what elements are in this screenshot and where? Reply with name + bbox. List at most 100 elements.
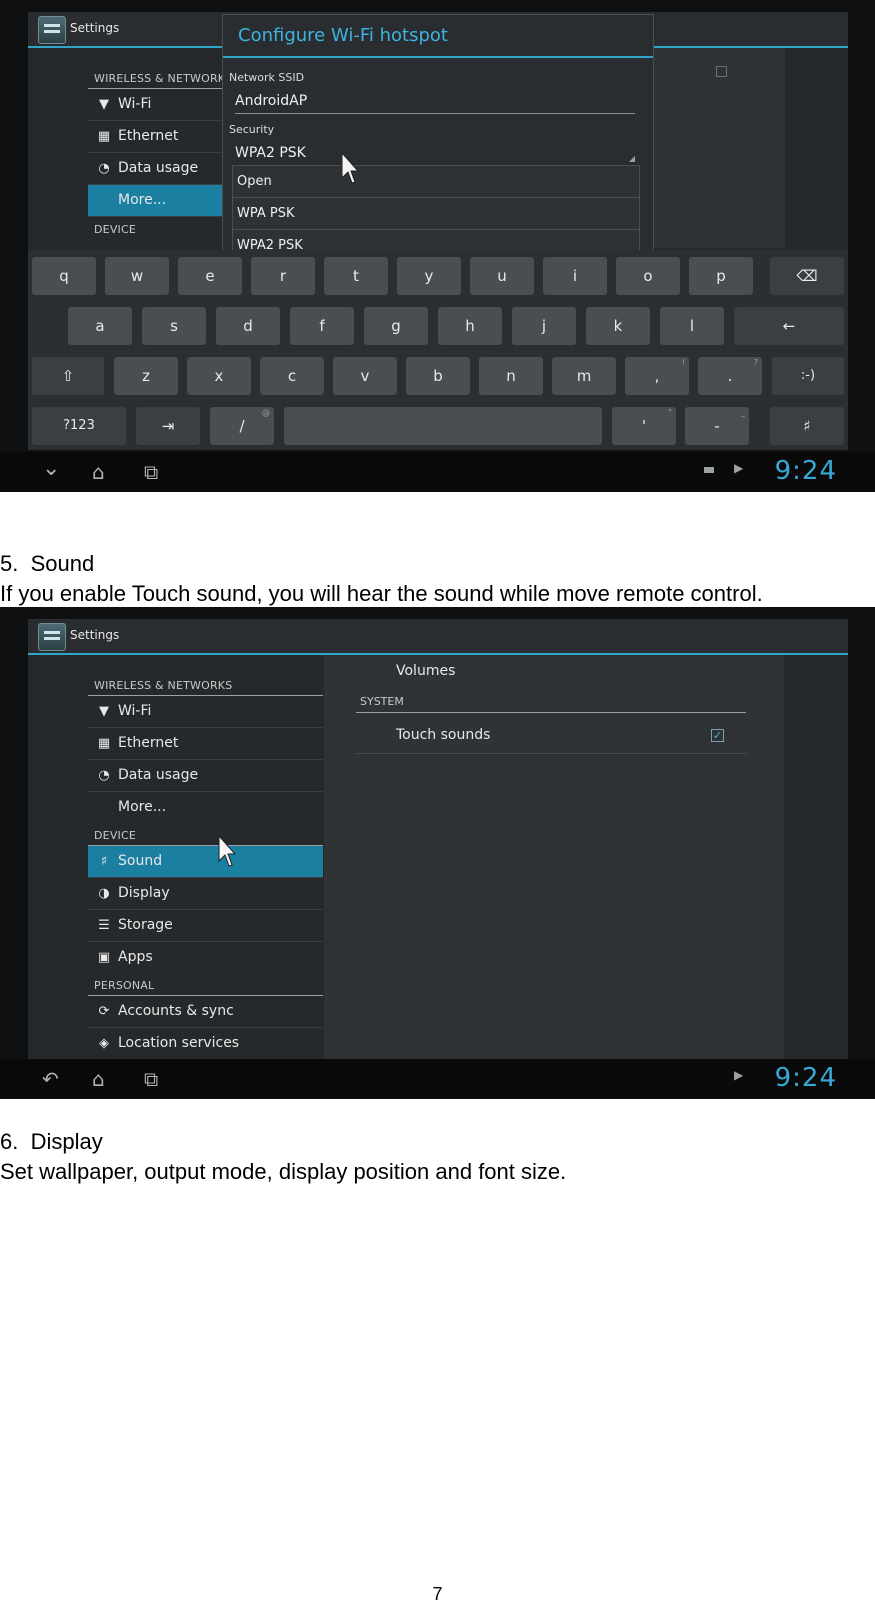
location-icon: ◈ <box>99 1036 109 1051</box>
key-l[interactable]: l <box>660 307 724 345</box>
hide-keyboard-icon[interactable]: ⌄ <box>42 456 60 481</box>
sidebar-item-storage[interactable]: ☰ Storage <box>88 910 323 942</box>
data-usage-icon: ◔ <box>98 161 110 176</box>
section-title: Display <box>30 1129 103 1154</box>
sidebar-item-label: Wi-Fi <box>118 96 152 112</box>
enter-key[interactable]: ← <box>734 307 844 345</box>
symbols-key[interactable]: ?123 <box>32 407 126 445</box>
key-v[interactable]: v <box>333 357 397 395</box>
keyboard-settings-icon: ♯ <box>803 417 811 435</box>
sidebar-item-display[interactable]: ◑ Display <box>88 878 323 910</box>
key-s[interactable]: s <box>142 307 206 345</box>
ssid-input[interactable]: AndroidAP <box>235 93 635 114</box>
sidebar-item-location-services[interactable]: ◈ Location services <box>88 1028 323 1059</box>
key-super-label: _ <box>741 408 745 417</box>
data-usage-icon: ◔ <box>98 768 110 783</box>
media-play-icon: ▶ <box>734 1068 744 1082</box>
sidebar-item-label: Location services <box>118 1035 240 1051</box>
right-panel <box>640 48 785 248</box>
wifi-icon: ▼ <box>99 704 109 719</box>
key-u[interactable]: u <box>470 257 534 295</box>
category-device: DEVICE <box>88 823 323 846</box>
ssid-label: Network SSID <box>229 71 305 84</box>
system-nav-bar: ⌄ ⌂ ⧉ ▶ 9:24 <box>0 452 875 492</box>
smiley-key[interactable]: :-) <box>772 357 844 395</box>
category-personal: PERSONAL <box>88 973 323 996</box>
sidebar-item-wifi[interactable]: ▼ Wi-Fi <box>88 696 323 728</box>
key-k[interactable]: k <box>586 307 650 345</box>
key-b[interactable]: b <box>406 357 470 395</box>
key-p[interactable]: p <box>689 257 753 295</box>
key-z[interactable]: z <box>114 357 178 395</box>
key-q[interactable]: q <box>32 257 96 295</box>
back-icon[interactable]: ↶ <box>42 1067 59 1091</box>
sidebar-item-accounts-sync[interactable]: ⟳ Accounts & sync <box>88 996 323 1028</box>
sidebar-item-label: Ethernet <box>118 128 179 144</box>
sidebar-item-label: More... <box>118 192 167 208</box>
key-period[interactable]: . ? <box>698 357 762 395</box>
key-x[interactable]: x <box>187 357 251 395</box>
key-o[interactable]: o <box>616 257 680 295</box>
key-i[interactable]: i <box>543 257 607 295</box>
key-comma[interactable]: , ! <box>625 357 689 395</box>
sidebar-item-more[interactable]: More... <box>88 792 323 823</box>
key-a[interactable]: a <box>68 307 132 345</box>
speaker-icon: ♯ <box>100 854 108 869</box>
key-r[interactable]: r <box>251 257 315 295</box>
key-f[interactable]: f <box>290 307 354 345</box>
security-option-open[interactable]: Open <box>233 166 639 198</box>
sidebar-item-label: Data usage <box>118 767 199 783</box>
dropdown-corner-icon: ◢ <box>628 154 635 163</box>
home-icon[interactable]: ⌂ <box>92 1067 105 1091</box>
sidebar-item-label: Data usage <box>118 160 199 176</box>
sync-icon: ⟳ <box>98 1004 110 1019</box>
sidebar-item-label: Display <box>118 885 170 901</box>
key-n[interactable]: n <box>479 357 543 395</box>
security-select[interactable]: WPA2 PSK ◢ <box>235 145 635 166</box>
security-dropdown: Open WPA PSK WPA2 PSK <box>232 165 640 263</box>
settings-list: WIRELESS & NETWORKS ▼ Wi-Fi ▦ Ethernet ◔… <box>88 673 323 1059</box>
sidebar-item-data-usage[interactable]: ◔ Data usage <box>88 760 323 792</box>
touch-sounds-row[interactable]: Touch sounds ✓ <box>356 727 746 754</box>
key-dash[interactable]: - _ <box>685 407 749 445</box>
settings-key[interactable]: ♯ <box>770 407 844 445</box>
media-play-icon: ▶ <box>734 461 744 475</box>
shift-key[interactable]: ⇧ <box>32 357 104 395</box>
home-icon[interactable]: ⌂ <box>92 460 105 484</box>
system-nav-bar: ↶ ⌂ ⧉ ▶ 9:24 <box>0 1059 875 1099</box>
touch-sounds-checkbox[interactable]: ✓ <box>711 729 724 742</box>
tab-key[interactable]: ⇥ <box>136 407 200 445</box>
action-bar: Settings <box>28 619 848 655</box>
sidebar-item-sound[interactable]: ♯ Sound <box>88 846 323 878</box>
key-d[interactable]: d <box>216 307 280 345</box>
recent-apps-icon[interactable]: ⧉ <box>144 460 158 484</box>
action-bar-title: Settings <box>70 21 120 35</box>
sidebar-item-label: Sound <box>118 853 163 869</box>
on-screen-keyboard: q w e r t y u i o p ⌫ a s d f g h j k l … <box>28 250 848 450</box>
backspace-key[interactable]: ⌫ <box>770 257 844 295</box>
key-g[interactable]: g <box>364 307 428 345</box>
key-super-label: " <box>668 408 672 417</box>
spacebar[interactable] <box>284 407 602 445</box>
key-j[interactable]: j <box>512 307 576 345</box>
key-w[interactable]: w <box>105 257 169 295</box>
key-label: ' <box>641 417 647 435</box>
sidebar-item-label: Apps <box>118 949 153 965</box>
security-option-wpa-psk[interactable]: WPA PSK <box>233 198 639 230</box>
key-super-label: ? <box>753 358 758 367</box>
key-apostrophe[interactable]: ' " <box>612 407 676 445</box>
sidebar-item-apps[interactable]: ▣ Apps <box>88 942 323 973</box>
key-super-label: @ <box>262 408 270 417</box>
key-e[interactable]: e <box>178 257 242 295</box>
sidebar-item-ethernet[interactable]: ▦ Ethernet <box>88 728 323 760</box>
volumes-item[interactable]: Volumes <box>356 663 746 679</box>
key-super-label: ! <box>681 358 685 367</box>
key-c[interactable]: c <box>260 357 324 395</box>
key-slash[interactable]: / @ <box>210 407 274 445</box>
key-h[interactable]: h <box>438 307 502 345</box>
recent-apps-icon[interactable]: ⧉ <box>144 1067 158 1091</box>
key-t[interactable]: t <box>324 257 388 295</box>
key-m[interactable]: m <box>552 357 616 395</box>
checkbox-icon[interactable] <box>716 66 727 77</box>
key-y[interactable]: y <box>397 257 461 295</box>
